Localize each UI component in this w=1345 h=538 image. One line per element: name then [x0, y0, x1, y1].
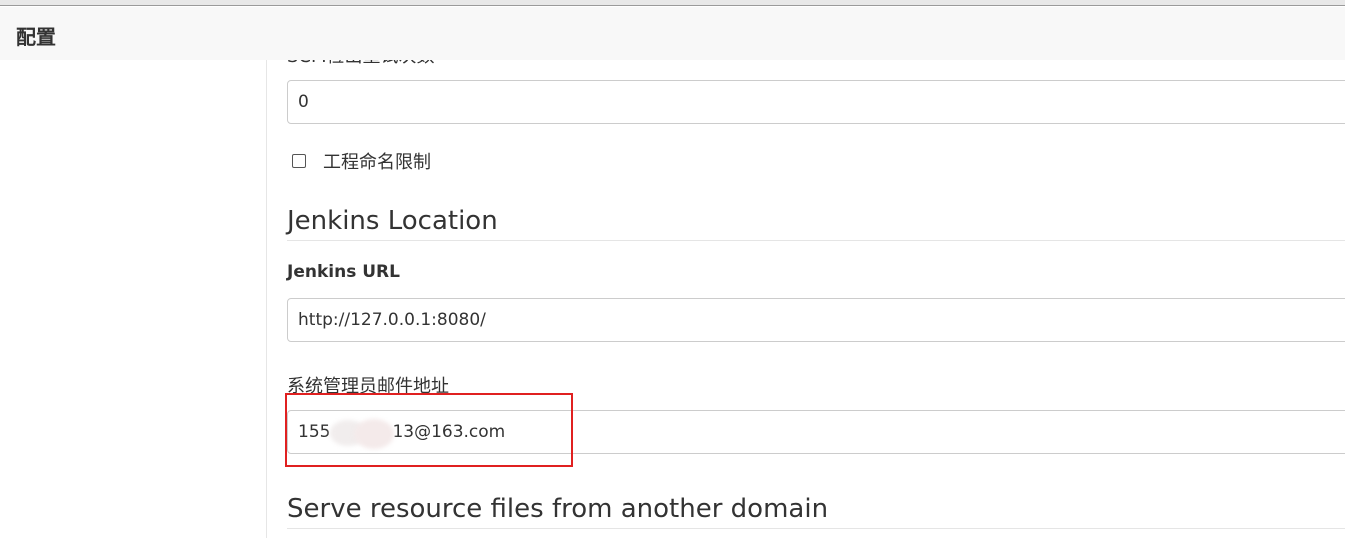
- scm-retry-label: SCM检出重试次数: [287, 60, 435, 68]
- jenkins-location-heading: Jenkins Location: [287, 206, 1345, 241]
- sidebar: [0, 60, 267, 538]
- scm-retry-input[interactable]: [287, 80, 1345, 124]
- page-header: 配置: [0, 7, 1345, 60]
- project-naming-row[interactable]: 工程命名限制: [292, 148, 431, 174]
- project-naming-checkbox[interactable]: [292, 154, 306, 168]
- jenkins-url-label: Jenkins URL: [287, 262, 400, 282]
- project-naming-label: 工程命名限制: [323, 152, 431, 173]
- jenkins-url-input[interactable]: [287, 298, 1345, 342]
- top-border: [0, 0, 1345, 6]
- page-title: 配置: [16, 25, 56, 49]
- serve-resource-heading: Serve resource files from another domain: [287, 494, 1345, 529]
- annotation-highlight-box: [285, 393, 573, 467]
